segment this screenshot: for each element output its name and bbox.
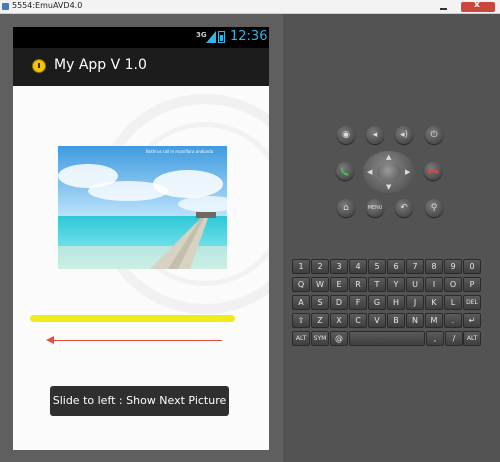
window-titlebar: 5554:EmuAVD4.0 [0,0,500,14]
key-1[interactable]: 1 [292,259,310,274]
toast-message: Slide to left : Show Next Picture [50,386,229,416]
key-x[interactable]: X [330,313,348,328]
key-t[interactable]: T [368,277,386,292]
key-alt-left[interactable]: ALT [292,331,310,346]
window-title: 5554:EmuAVD4.0 [12,1,83,10]
picture-caption: Bothrus rail in maniflora ondonda [146,149,214,154]
power-button[interactable]: ⏻ [425,126,443,144]
key-slash[interactable]: / [445,331,463,346]
key-m[interactable]: M [425,313,443,328]
search-button[interactable]: ⚲ [425,199,443,217]
status-time: 12:36 [230,29,268,44]
key-f[interactable]: F [349,295,367,310]
key-k[interactable]: K [425,295,443,310]
end-call-icon [427,169,439,174]
key-j[interactable]: J [406,295,424,310]
call-button[interactable] [336,162,354,180]
dpad[interactable]: ▲ ▼ ◀ ▶ [363,151,415,193]
back-button[interactable]: ↶ [395,199,413,217]
key-b[interactable]: B [387,313,405,328]
key-d[interactable]: D [330,295,348,310]
emulator-controls-panel [283,14,500,462]
end-call-button[interactable] [424,162,442,180]
key-9[interactable]: 9 [444,259,462,274]
key-del[interactable]: DEL [463,295,481,310]
menu-button[interactable]: MENU [366,199,384,217]
hardware-keyboard: 1 2 3 4 5 6 7 8 9 0 Q W E R T Y U I O P … [292,259,488,352]
key-h[interactable]: H [387,295,405,310]
key-sym[interactable]: SYM [311,331,329,346]
key-3[interactable]: 3 [330,259,348,274]
key-l[interactable]: L [444,295,462,310]
app-icon[interactable] [32,59,46,73]
key-7[interactable]: 7 [406,259,424,274]
key-4[interactable]: 4 [349,259,367,274]
key-2[interactable]: 2 [311,259,329,274]
key-0[interactable]: 0 [463,259,481,274]
highlight-stroke [30,315,235,322]
key-shift[interactable]: ⇧ [292,313,310,328]
dpad-right-icon[interactable]: ▶ [405,168,410,176]
key-p[interactable]: P [463,277,481,292]
volume-up-button[interactable]: ◂) [395,126,413,144]
minimize-button[interactable] [436,2,452,12]
volume-down-button[interactable]: ◂ [366,126,384,144]
camera-icon: ◉ [342,130,350,140]
key-r[interactable]: R [349,277,367,292]
key-5[interactable]: 5 [368,259,386,274]
beach-pier-image [58,146,227,269]
battery-icon [218,31,225,43]
dpad-center-button[interactable] [377,164,401,180]
key-s[interactable]: S [311,295,329,310]
key-v[interactable]: V [368,313,386,328]
home-icon: ⌂ [343,203,349,213]
app-title: My App V 1.0 [54,57,147,73]
volume-down-icon: ◂ [372,130,378,140]
key-o[interactable]: O [444,277,462,292]
dpad-left-icon[interactable]: ◀ [367,168,372,176]
key-8[interactable]: 8 [425,259,443,274]
key-a[interactable]: A [292,295,310,310]
phone-screen: 3G 12:36 My App V 1.0 Bothrus rail in ma… [13,27,269,450]
key-6[interactable]: 6 [387,259,405,274]
key-g[interactable]: G [368,295,386,310]
key-enter[interactable]: ↵ [463,313,481,328]
status-bar: 3G 12:36 [13,27,269,48]
key-space[interactable] [349,331,425,346]
key-c[interactable]: C [349,313,367,328]
back-icon: ↶ [400,203,408,213]
key-z[interactable]: Z [311,313,329,328]
slide-picture[interactable]: Bothrus rail in maniflora ondonda [58,146,227,269]
key-period[interactable]: . [444,313,462,328]
app-window-icon [2,3,9,10]
camera-button[interactable]: ◉ [337,126,355,144]
power-icon: ⏻ [430,130,438,140]
key-i[interactable]: I [425,277,443,292]
key-e[interactable]: E [330,277,348,292]
dpad-down-icon[interactable]: ▼ [386,183,391,191]
toast-text: Slide to left : Show Next Picture [52,394,227,407]
swipe-arrow-line [51,340,222,341]
key-n[interactable]: N [406,313,424,328]
call-icon [340,167,349,176]
key-comma[interactable]: , [426,331,444,346]
menu-icon: MENU [367,205,383,211]
key-w[interactable]: W [311,277,329,292]
close-button[interactable] [461,0,495,12]
dpad-up-icon[interactable]: ▲ [386,153,391,161]
key-q[interactable]: Q [292,277,310,292]
key-alt-right[interactable]: ALT [463,331,481,346]
action-bar: My App V 1.0 [13,48,269,86]
signal-icon [206,31,216,43]
volume-up-icon: ◂) [399,130,409,140]
home-button[interactable]: ⌂ [337,199,355,217]
key-at[interactable]: @ [330,331,348,346]
key-u[interactable]: U [406,277,424,292]
main-content[interactable]: Bothrus rail in maniflora ondonda Slide … [13,86,269,450]
key-y[interactable]: Y [387,277,405,292]
search-icon: ⚲ [430,203,438,213]
